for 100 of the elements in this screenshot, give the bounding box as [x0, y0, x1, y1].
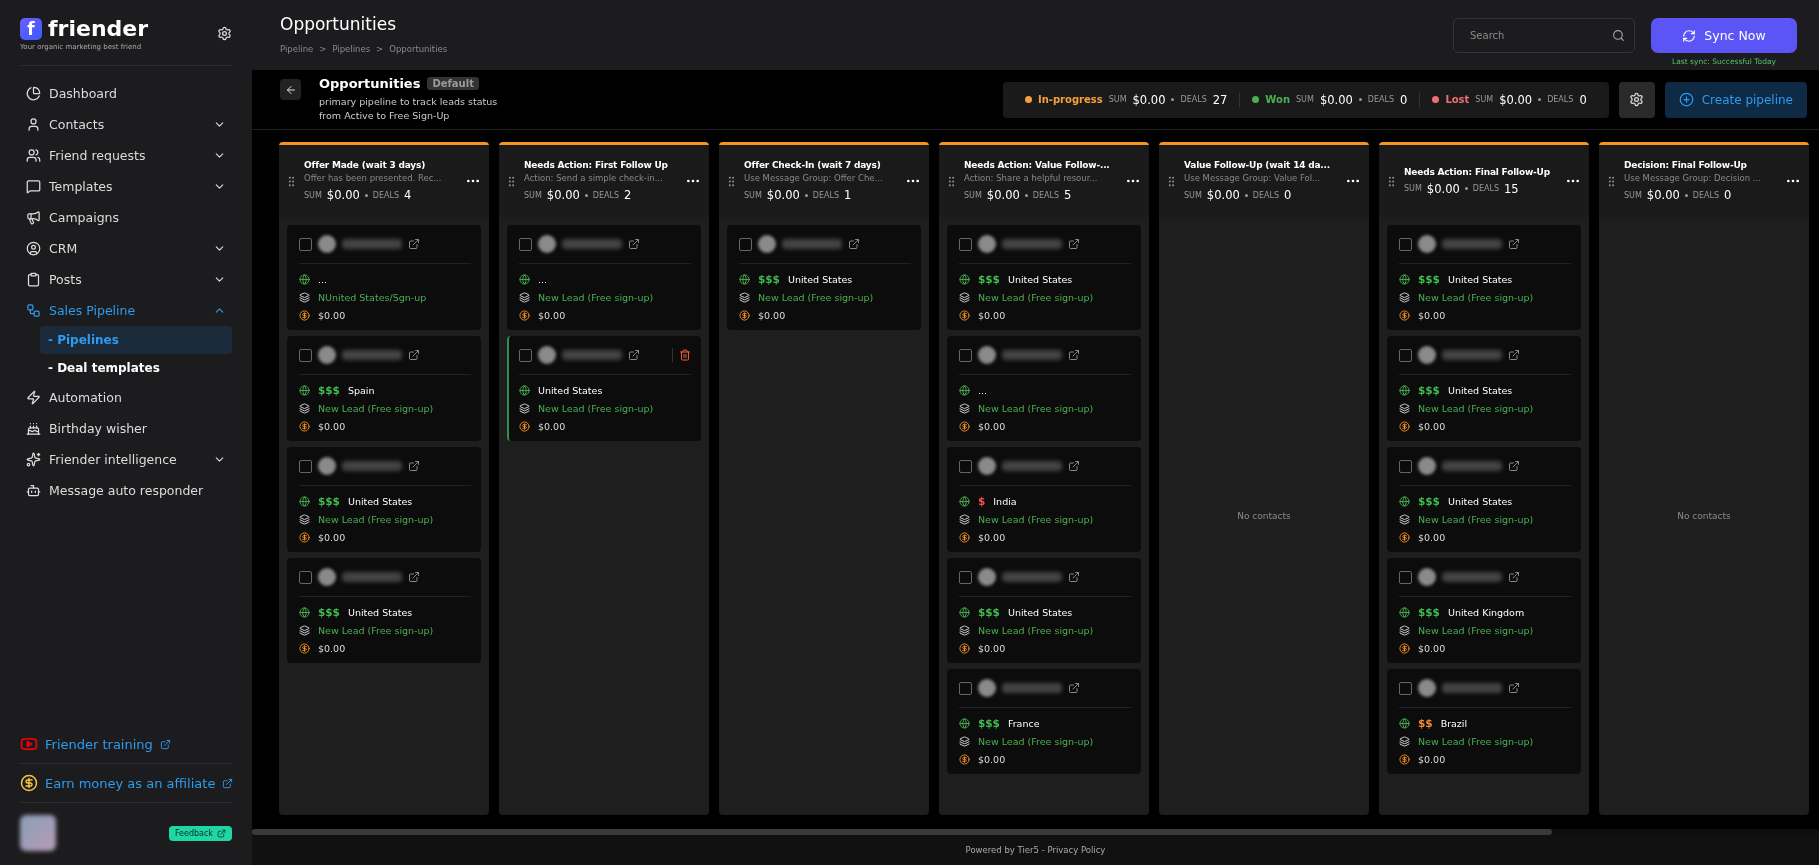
avatar-icon — [538, 346, 556, 364]
nav-item[interactable]: Campaigns — [20, 202, 232, 233]
checkbox[interactable] — [1399, 681, 1412, 695]
deal-card[interactable]: $$$ United States New Lead (Free sign-up) $0.00 — [947, 558, 1141, 663]
deal-card[interactable]: United States New Lead (Free sign-up) $0.00 — [507, 336, 701, 441]
deal-card[interactable]: ... New Lead (Free sign-up) $0.00 — [507, 225, 701, 330]
price-label: $$$ — [978, 606, 1000, 618]
deal-card[interactable]: ... New Lead (Free sign-up) $0.00 — [947, 336, 1141, 441]
blurred-name — [562, 350, 622, 360]
create-pipeline-button[interactable]: Create pipeline — [1664, 81, 1807, 118]
feedback-button[interactable]: Feedback — [168, 825, 232, 841]
dollar-icon — [1399, 642, 1410, 654]
deal-amount: $0.00 — [978, 642, 1006, 654]
layers-icon — [959, 513, 970, 525]
nav-item[interactable]: Message auto responder — [20, 475, 232, 506]
external-link-icon — [222, 777, 234, 789]
avatar-icon[interactable] — [20, 815, 56, 851]
lead-status: New Lead (Free sign-up) — [1418, 291, 1534, 303]
nav-subitem[interactable]: - Deal templates — [40, 354, 232, 382]
deal-card[interactable]: $$$ United States New Lead (Free sign-up) $0.00 — [287, 558, 481, 663]
lead-status: New Lead (Free sign-up) — [1418, 402, 1534, 414]
blurred-name — [1002, 350, 1062, 360]
sync-button[interactable]: Sync Now — [1651, 18, 1797, 53]
price-label: $$$ — [1418, 273, 1440, 285]
back-button[interactable] — [280, 79, 301, 100]
checkbox[interactable] — [299, 237, 312, 251]
nav-item[interactable]: Dashboard — [20, 78, 232, 109]
search-field[interactable]: Search — [1453, 18, 1635, 53]
checkbox[interactable] — [299, 459, 312, 473]
deal-card[interactable]: $$$ United States New Lead (Free sign-up) $0.00 — [287, 447, 481, 552]
dollar-icon — [959, 531, 970, 543]
blurred-name — [1002, 683, 1062, 693]
nav-item[interactable]: Contacts — [20, 109, 232, 140]
deal-card[interactable]: $$$ France New Lead (Free sign-up) $0.00 — [947, 669, 1141, 774]
country: India — [993, 495, 1017, 507]
affiliate-link[interactable]: Earn money as an affiliate — [20, 764, 232, 802]
breadcrumb-link[interactable]: Pipelines — [332, 44, 371, 54]
nav-item[interactable]: Templates — [20, 171, 232, 202]
deal-card[interactable]: $$$ United Kingdom New Lead (Free sign-up) $0.00 — [1387, 558, 1581, 663]
settings-button[interactable] — [1618, 81, 1655, 118]
checkbox[interactable] — [519, 348, 532, 362]
nav-item[interactable]: CRM — [20, 233, 232, 264]
external-link-icon — [408, 349, 420, 361]
settings-icon[interactable] — [217, 26, 232, 41]
deal-card[interactable]: $$$ United States New Lead (Free sign-up) $0.00 — [1387, 225, 1581, 330]
nav-item[interactable]: Sales Pipeline — [20, 295, 232, 326]
deals-count: 0 — [1284, 188, 1292, 202]
user-circle-icon — [26, 241, 41, 256]
sum-label: SUM — [1184, 190, 1202, 200]
deals-label: DEALS — [372, 190, 399, 200]
checkbox[interactable] — [959, 570, 972, 584]
nav-item[interactable]: Birthday wisher — [20, 413, 232, 444]
scrollbar[interactable] — [252, 829, 1552, 835]
checkbox[interactable] — [1399, 459, 1412, 473]
deal-card[interactable]: $$ Brazil New Lead (Free sign-up) $0.00 — [1387, 669, 1581, 774]
stat-label: Won — [1265, 94, 1291, 105]
checkbox[interactable] — [1399, 348, 1412, 362]
checkbox[interactable] — [959, 237, 972, 251]
blurred-name — [1442, 239, 1502, 249]
layers-icon — [299, 513, 310, 525]
layers-icon — [959, 291, 970, 303]
blurred-name — [1002, 572, 1062, 582]
nav-item[interactable]: Friender intelligence — [20, 444, 232, 475]
lead-status: New Lead (Free sign-up) — [538, 291, 654, 303]
deals-label: DEALS — [592, 190, 619, 200]
deal-card[interactable]: $$$ United States New Lead (Free sign-up) $0.00 — [947, 225, 1141, 330]
checkbox[interactable] — [959, 459, 972, 473]
deal-card[interactable]: $$$ United States New Lead (Free sign-up) $0.00 — [1387, 336, 1581, 441]
checkbox[interactable] — [959, 348, 972, 362]
deal-card[interactable]: $$$ Spain New Lead (Free sign-up) $0.00 — [287, 336, 481, 441]
checkbox[interactable] — [1399, 570, 1412, 584]
price-label: $$$ — [758, 273, 780, 285]
breadcrumb-separator: > — [376, 44, 384, 54]
deal-card[interactable]: $$$ United States New Lead (Free sign-up) $0.00 — [1387, 447, 1581, 552]
globe-icon — [299, 384, 310, 396]
checkbox[interactable] — [1399, 237, 1412, 251]
checkbox[interactable] — [959, 681, 972, 695]
checkbox[interactable] — [519, 237, 532, 251]
nav-item[interactable]: Friend requests — [20, 140, 232, 171]
checkbox[interactable] — [299, 348, 312, 362]
price-label: $$$ — [978, 717, 1000, 729]
avatar-icon — [1418, 679, 1436, 697]
nav-item[interactable]: Automation — [20, 382, 232, 413]
nav-subitem[interactable]: - Pipelines — [40, 326, 232, 354]
external-link-icon — [1068, 238, 1080, 250]
avatar-icon — [978, 679, 996, 697]
dollar-icon — [1399, 309, 1410, 321]
nav-item[interactable]: Posts — [20, 264, 232, 295]
training-link[interactable]: Friender training — [20, 725, 232, 763]
breadcrumb-link[interactable]: Pipeline — [280, 44, 314, 54]
deal-card[interactable]: $$$ United States New Lead (Free sign-up) $0.00 — [727, 225, 921, 330]
checkbox[interactable] — [739, 237, 752, 251]
brand-name: friender — [48, 16, 149, 41]
deal-card[interactable]: ... NUnited States/Sgn-up $0.00 — [287, 225, 481, 330]
breadcrumb-link[interactable]: Opportunities — [389, 44, 448, 54]
price-label: $$ — [1418, 717, 1433, 729]
checkbox[interactable] — [299, 570, 312, 584]
lead-status: NUnited States/Sgn-up — [318, 291, 427, 303]
deals-count: 0 — [1579, 92, 1587, 107]
deal-card[interactable]: $ India New Lead (Free sign-up) $0.00 — [947, 447, 1141, 552]
